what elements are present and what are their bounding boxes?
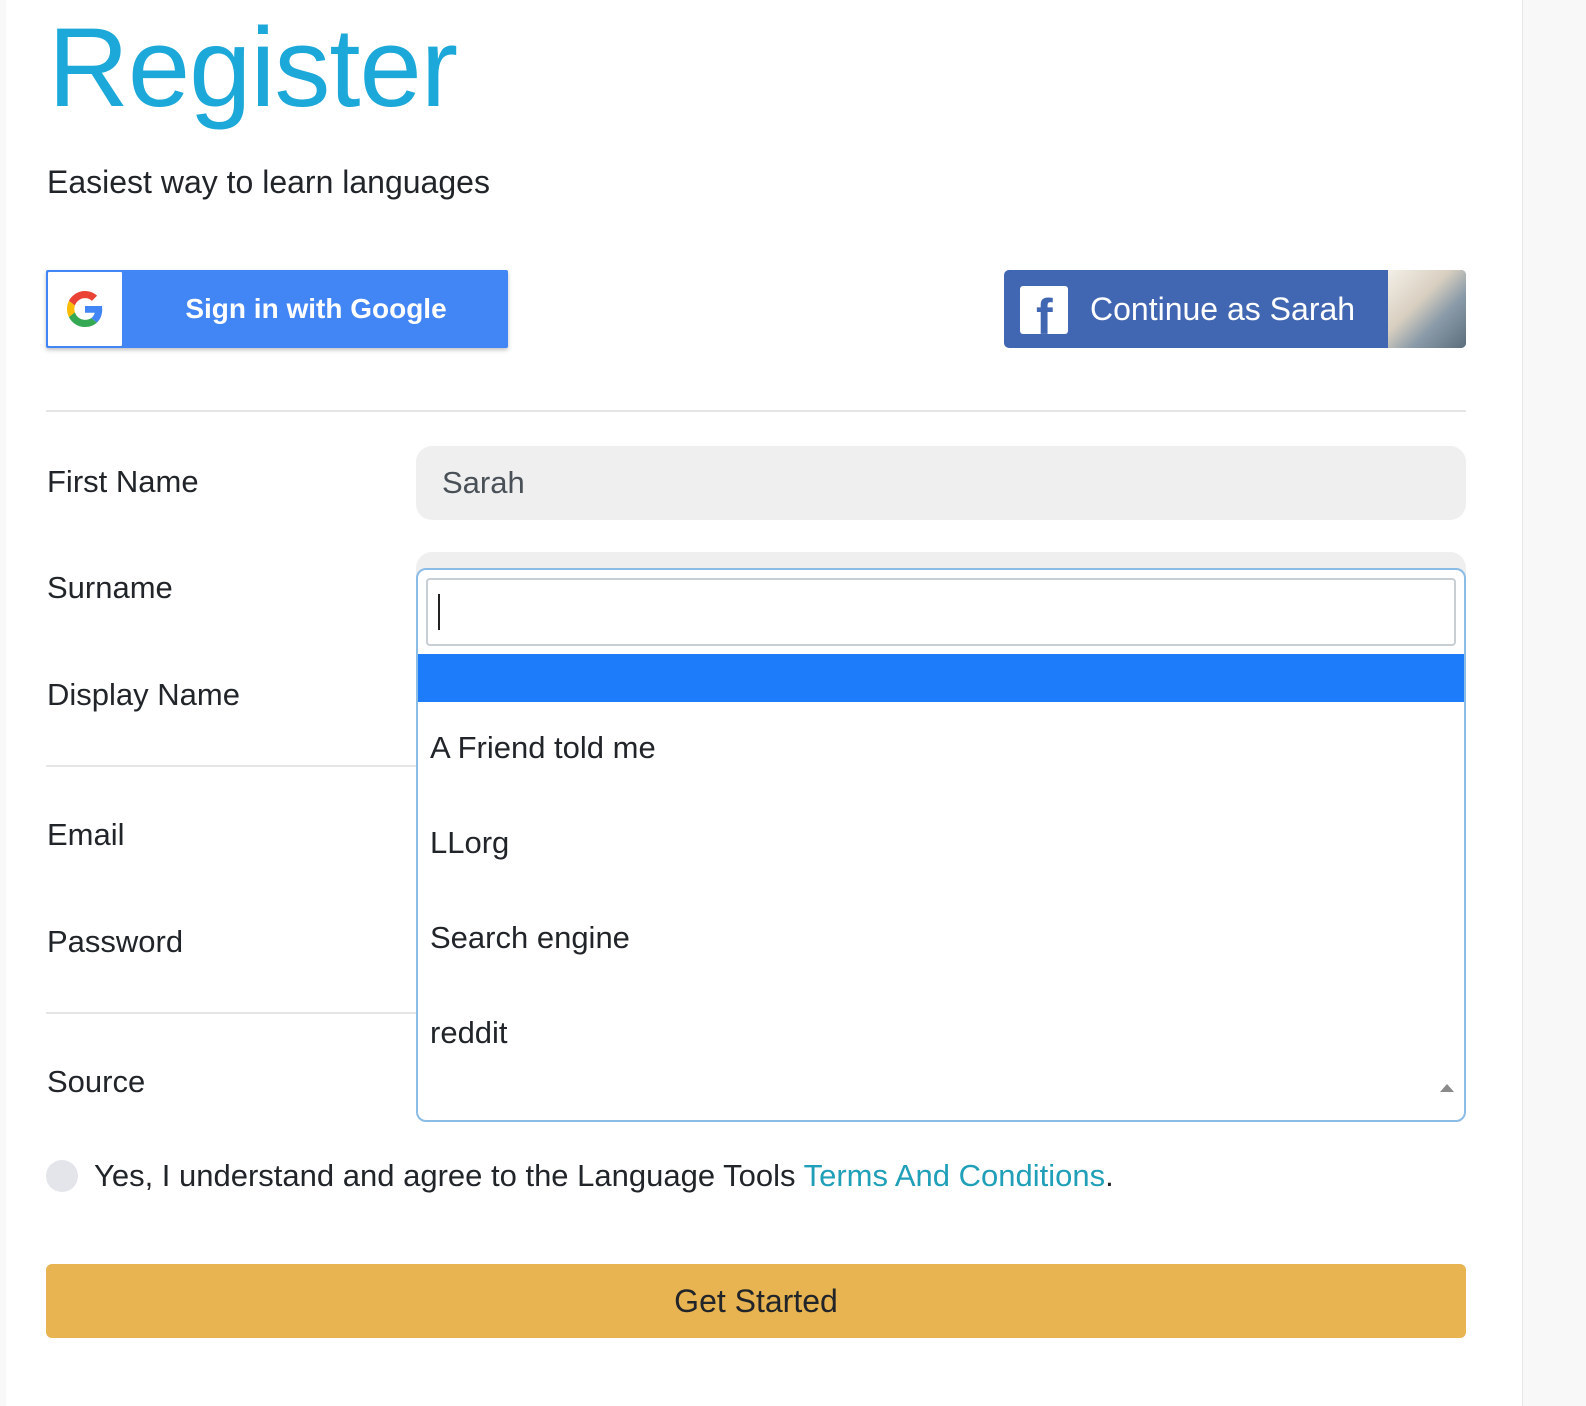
dropdown-option[interactable]: Search engine <box>430 914 1450 962</box>
google-logo-box <box>48 272 122 346</box>
surname-label: Surname <box>47 570 173 605</box>
first-name-value: Sarah <box>442 465 525 500</box>
page-subtitle: Easiest way to learn languages <box>47 164 490 200</box>
first-name-input[interactable]: Sarah <box>416 446 1466 520</box>
page-title: Register <box>48 5 458 130</box>
terms-text-prefix: Yes, I understand and agree to the Langu… <box>94 1158 804 1193</box>
dropdown-option-blank[interactable] <box>418 654 1464 702</box>
facebook-f-icon: f <box>1020 286 1068 334</box>
facebook-continue-button[interactable]: f Continue as Sarah <box>1004 270 1466 348</box>
google-signin-label: Sign in with Google <box>185 293 447 324</box>
text-caret <box>438 594 440 630</box>
terms-text-suffix: . <box>1105 1158 1114 1193</box>
section-divider <box>46 765 416 767</box>
register-page: Register Easiest way to learn languages … <box>6 0 1523 1406</box>
section-divider <box>46 1012 416 1014</box>
first-name-label: First Name <box>47 464 199 499</box>
get-started-button[interactable]: Get Started <box>46 1264 1466 1338</box>
terms-checkbox[interactable] <box>46 1160 78 1192</box>
password-label: Password <box>47 924 184 959</box>
dropdown-option[interactable]: reddit <box>430 1009 1450 1057</box>
display-name-label: Display Name <box>47 677 240 712</box>
source-search-input[interactable] <box>426 578 1456 646</box>
terms-link[interactable]: Terms And Conditions <box>804 1158 1106 1193</box>
terms-text: Yes, I understand and agree to the Langu… <box>94 1156 1114 1196</box>
google-signin-button[interactable]: Sign in with Google <box>46 270 508 348</box>
source-dropdown[interactable]: A Friend told me LLorg Search engine red… <box>416 568 1466 1122</box>
source-label: Source <box>47 1064 146 1099</box>
email-label: Email <box>47 817 125 852</box>
caret-up-icon[interactable] <box>1440 1084 1454 1092</box>
section-divider <box>46 410 1466 412</box>
dropdown-option[interactable]: LLorg <box>430 819 1450 867</box>
facebook-continue-label: Continue as Sarah <box>1090 291 1356 327</box>
dropdown-option[interactable]: A Friend told me <box>430 724 1450 772</box>
google-g-icon <box>67 291 103 327</box>
avatar <box>1388 270 1466 348</box>
